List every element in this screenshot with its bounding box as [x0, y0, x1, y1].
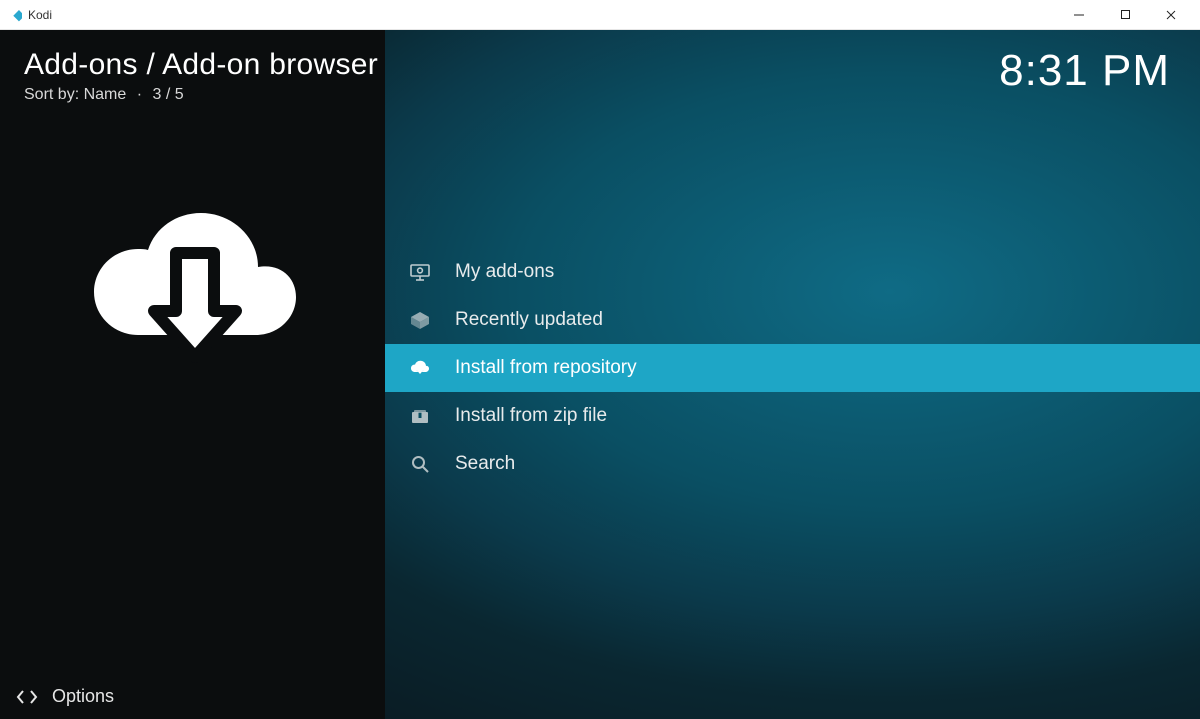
menu-item-label: Install from repository [455, 357, 637, 379]
search-icon [409, 453, 431, 475]
box-open-icon [409, 309, 431, 331]
window-title: Kodi [28, 8, 52, 22]
sort-label: Sort by: Name [24, 86, 126, 103]
menu-item-label: My add-ons [455, 261, 554, 283]
window-titlebar: Kodi [0, 0, 1200, 30]
menu-item-label: Search [455, 453, 515, 475]
zip-file-icon [409, 405, 431, 427]
menu-item-label: Install from zip file [455, 405, 607, 427]
window-close-button[interactable] [1148, 0, 1194, 30]
cloud-download-icon [409, 357, 431, 379]
sidebar: Add-ons / Add-on browser Sort by: Name ·… [0, 30, 385, 719]
menu-item-recently-updated[interactable]: Recently updated [385, 296, 1200, 344]
list-position: 3 / 5 [153, 86, 184, 103]
download-cloud-icon [90, 195, 300, 375]
menu-item-install-from-repository[interactable]: Install from repository [385, 344, 1200, 392]
main-panel: 8:31 PM My add-ons [385, 30, 1200, 719]
sort-info: Sort by: Name · 3 / 5 [24, 86, 385, 104]
options-arrows-icon [16, 688, 38, 706]
menu-item-my-addons[interactable]: My add-ons [385, 248, 1200, 296]
window-maximize-button[interactable] [1102, 0, 1148, 30]
separator-dot: · [137, 86, 142, 103]
options-button[interactable]: Options [16, 686, 114, 707]
app-content: Add-ons / Add-on browser Sort by: Name ·… [0, 30, 1200, 719]
menu-item-search[interactable]: Search [385, 440, 1200, 488]
addon-menu: My add-ons Recently updated [385, 248, 1200, 488]
monitor-icon [409, 261, 431, 283]
menu-item-label: Recently updated [455, 309, 603, 331]
breadcrumb: Add-ons / Add-on browser [24, 48, 385, 82]
kodi-logo-icon [6, 7, 22, 23]
menu-item-install-from-zip[interactable]: Install from zip file [385, 392, 1200, 440]
window-minimize-button[interactable] [1056, 0, 1102, 30]
clock: 8:31 PM [999, 46, 1170, 96]
options-label: Options [52, 686, 114, 707]
